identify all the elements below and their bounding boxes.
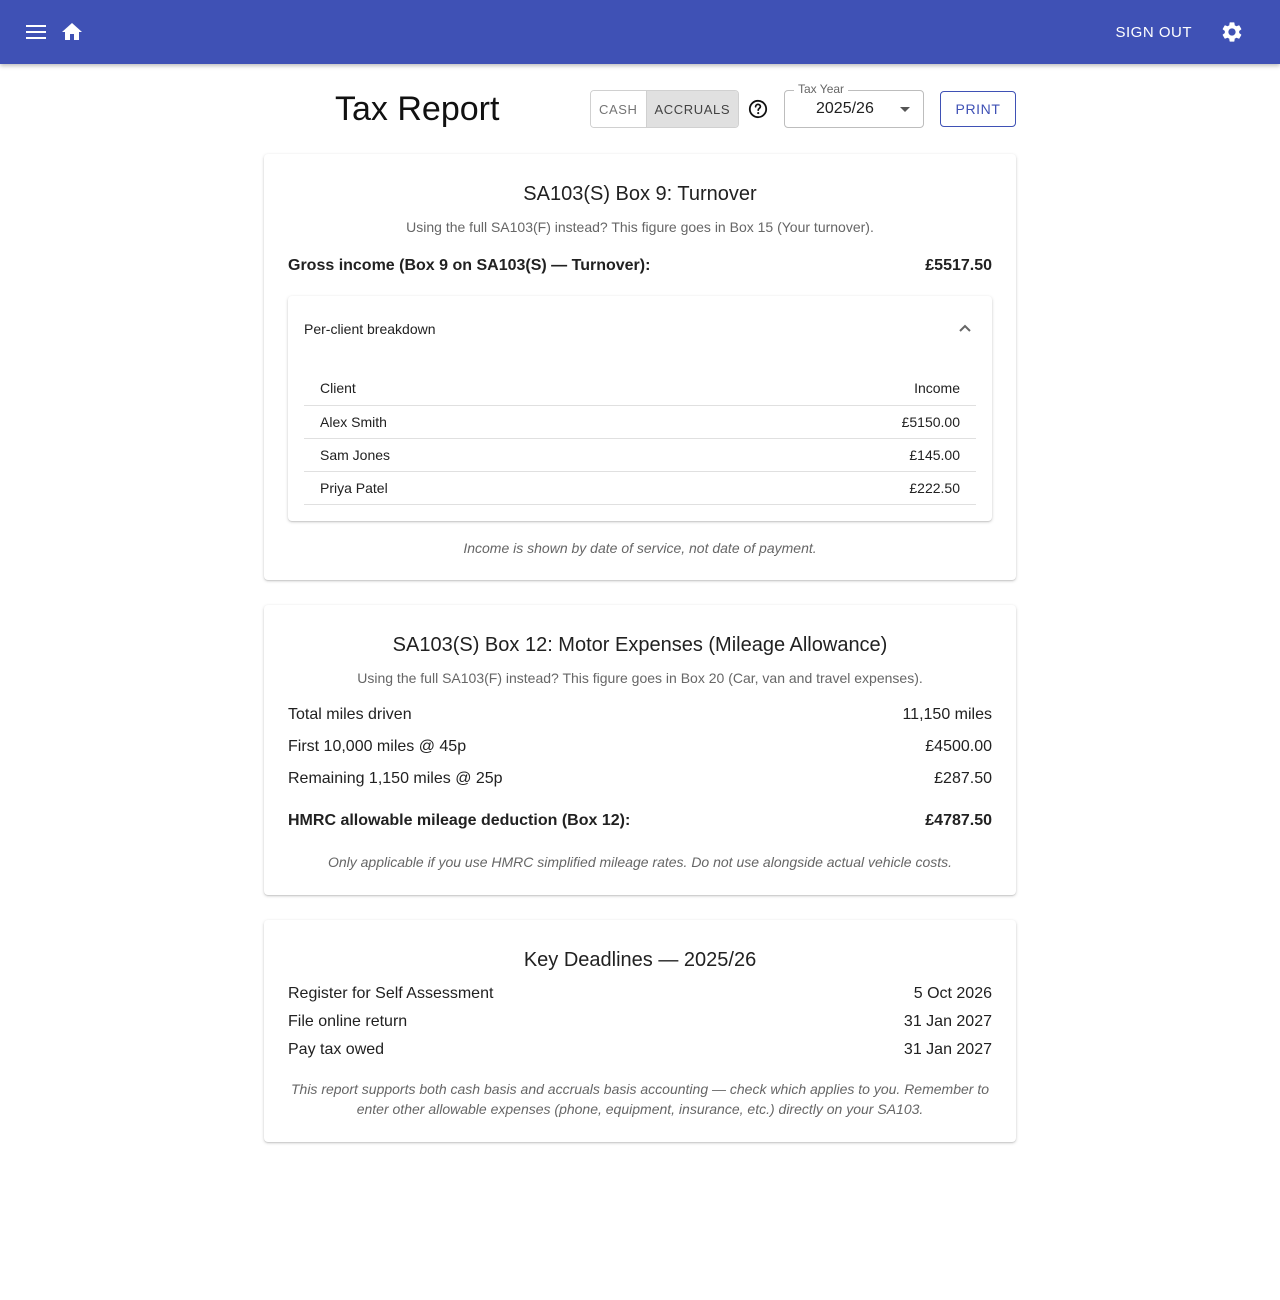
deadline-label: Register for Self Assessment	[288, 985, 494, 1002]
row-label: First 10,000 miles @ 45p	[288, 738, 467, 755]
sign-out-button[interactable]: SIGN OUT	[1115, 24, 1192, 41]
client-breakdown-table: Client Income Alex Smith £5150.00 Sam Jo…	[304, 370, 976, 505]
gear-icon[interactable]	[1220, 20, 1244, 44]
deadlines-title: Key Deadlines — 2025/26	[523, 949, 757, 971]
client-name: Sam Jones	[320, 447, 391, 463]
gross-income-value: £5517.50	[925, 257, 992, 274]
mileage-deduction-value: £4787.50	[925, 812, 992, 829]
print-button[interactable]: PRINT	[940, 91, 1016, 127]
gross-income-row: Gross income (Box 9 on SA103(S) — Turnov…	[288, 257, 992, 275]
chevron-up-icon	[959, 324, 971, 332]
deadline-label: Pay tax owed	[288, 1041, 385, 1058]
table-header-row: Client Income	[304, 370, 976, 406]
client-breakdown-toggle[interactable]: Per-client breakdown	[288, 296, 992, 360]
mileage-subtitle: Using the full SA103(F) instead? This fi…	[357, 670, 923, 686]
remaining-miles-row: Remaining 1,150 miles @ 25p £287.50	[288, 770, 992, 788]
row-value: 11,150 miles	[902, 706, 992, 723]
mileage-title: SA103(S) Box 12: Motor Expenses (Mileage…	[392, 634, 888, 656]
help-circle-icon[interactable]	[748, 99, 768, 119]
first-10000-miles-row: First 10,000 miles @ 45p £4500.00	[288, 738, 992, 756]
deadline-row: Register for Self Assessment 5 Oct 2026	[288, 985, 992, 1003]
turnover-card: SA103(S) Box 9: Turnover Using the full …	[264, 154, 1016, 580]
client-income: £5150.00	[901, 414, 960, 430]
page-title: Tax Report	[335, 90, 500, 128]
row-value: £287.50	[934, 770, 992, 787]
table-row: Alex Smith £5150.00	[304, 406, 976, 439]
menu-icon[interactable]	[22, 20, 50, 44]
client-breakdown-accordion: Per-client breakdown Client Income Alex …	[288, 296, 992, 521]
row-label: Total miles driven	[288, 706, 412, 723]
client-income: £222.50	[909, 480, 960, 496]
deadline-date: 31 Jan 2027	[903, 1013, 992, 1030]
tax-year-value: 2025/26	[816, 100, 874, 117]
turnover-subtitle: Using the full SA103(F) instead? This fi…	[406, 219, 874, 235]
cash-basis-button[interactable]: CASH	[591, 91, 646, 127]
deadline-row: File online return 31 Jan 2027	[288, 1013, 992, 1031]
total-miles-row: Total miles driven 11,150 miles	[288, 706, 992, 724]
client-breakdown-label: Per-client breakdown	[304, 321, 436, 337]
client-name: Alex Smith	[320, 414, 387, 430]
deadlines-card: Key Deadlines — 2025/26 Register for Sel…	[264, 920, 1016, 1142]
deadline-label: File online return	[288, 1013, 408, 1030]
table-row: Priya Patel £222.50	[304, 472, 976, 505]
dropdown-caret-icon	[900, 107, 910, 112]
client-column-header: Client	[320, 379, 356, 396]
income-column-header: Income	[914, 379, 960, 396]
deadline-date: 5 Oct 2026	[913, 985, 992, 1002]
row-label: Remaining 1,150 miles @ 25p	[288, 770, 503, 787]
mileage-deduction-row: HMRC allowable mileage deduction (Box 12…	[288, 812, 992, 830]
basis-toggle: CASH ACCRUALS	[590, 90, 740, 128]
row-value: £4500.00	[925, 738, 992, 755]
client-name: Priya Patel	[320, 480, 388, 496]
deadline-date: 31 Jan 2027	[903, 1041, 992, 1058]
tax-year-label: Tax Year	[794, 82, 849, 96]
turnover-note: Income is shown by date of service, not …	[463, 540, 817, 556]
deadline-row: Pay tax owed 31 Jan 2027	[288, 1041, 992, 1059]
deadlines-note: This report supports both cash basis and…	[290, 1081, 990, 1117]
home-icon[interactable]	[60, 20, 84, 44]
table-row: Sam Jones £145.00	[304, 439, 976, 472]
tax-year-select[interactable]: Tax Year 2025/26	[784, 82, 924, 128]
mileage-card: SA103(S) Box 12: Motor Expenses (Mileage…	[264, 605, 1016, 895]
accruals-basis-button[interactable]: ACCRUALS	[645, 91, 739, 127]
gross-income-label: Gross income (Box 9 on SA103(S) — Turnov…	[288, 257, 651, 274]
client-income: £145.00	[909, 447, 960, 463]
mileage-deduction-label: HMRC allowable mileage deduction (Box 12…	[288, 812, 631, 829]
app-bar: SIGN OUT	[0, 0, 1280, 64]
report-header: Tax Report CASH ACCRUALS Tax Year 2025/2…	[264, 82, 1016, 132]
mileage-note: Only applicable if you use HMRC simplifi…	[327, 854, 953, 870]
turnover-title: SA103(S) Box 9: Turnover	[523, 183, 757, 205]
